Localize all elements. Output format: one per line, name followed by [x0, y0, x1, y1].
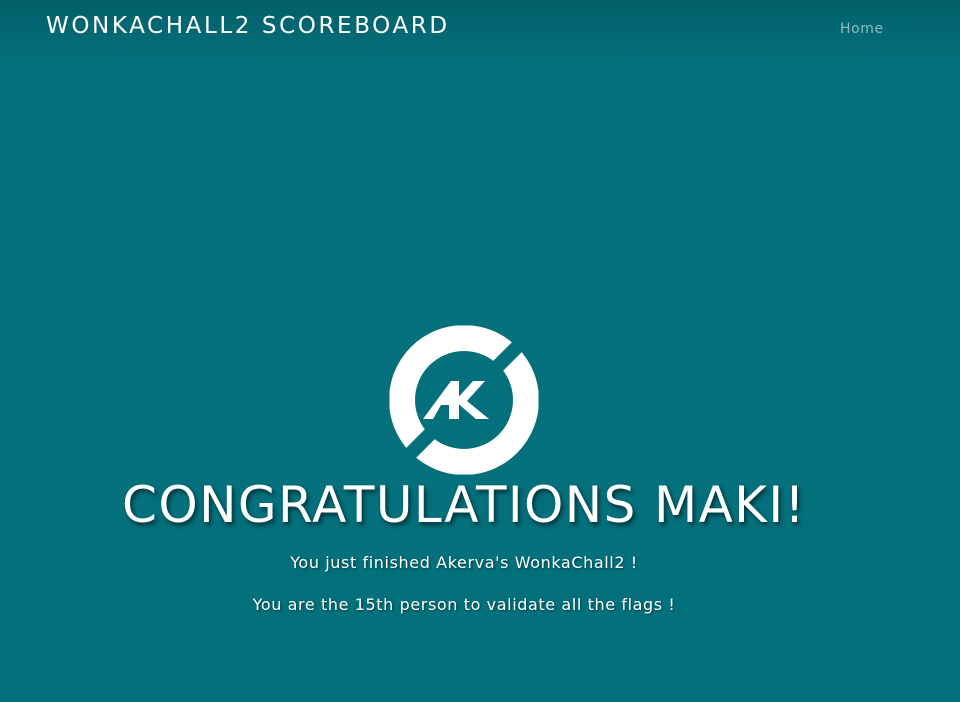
akerva-logo: [389, 325, 539, 475]
brand-title[interactable]: WONKACHALL2 SCOREBOARD: [46, 13, 450, 39]
navbar: WONKACHALL2 SCOREBOARD Home: [0, 0, 960, 62]
congratulations-headline: CONGRATULATIONS MAKI!: [122, 476, 806, 534]
finished-message: You just finished Akerva's WonkaChall2 !: [290, 553, 638, 572]
rank-message: You are the 15th person to validate all …: [252, 595, 676, 614]
logo-letters: [423, 381, 489, 419]
nav-home-link[interactable]: Home: [840, 21, 884, 37]
